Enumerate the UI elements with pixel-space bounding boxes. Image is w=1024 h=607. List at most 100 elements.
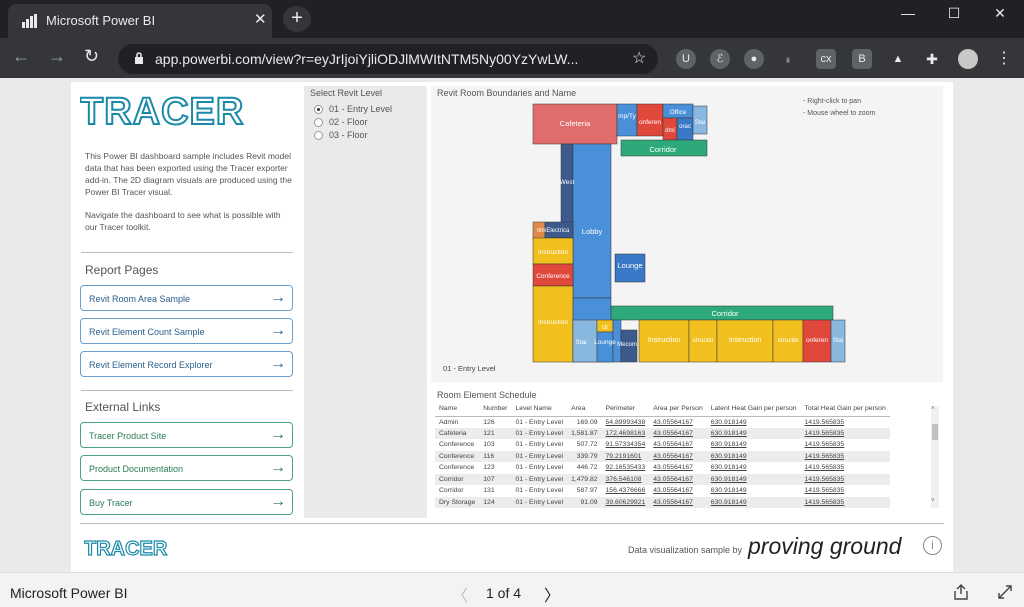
room-lobby[interactable] (572, 143, 612, 299)
scrollbar-thumb[interactable] (932, 424, 938, 440)
radio-button[interactable] (314, 131, 323, 140)
extension-icon[interactable]: ℰ (710, 49, 730, 69)
table-cell: 630.918149 (706, 450, 801, 462)
extension-icon[interactable]: B (852, 49, 872, 69)
table-cell: 630.918149 (706, 473, 801, 485)
column-header[interactable]: Perimeter (601, 402, 650, 417)
slicer-option[interactable]: 02 - Floor (329, 117, 368, 127)
close-window-button[interactable]: ✕ (978, 0, 1022, 28)
column-header[interactable]: Latent Heat Gain per person (706, 402, 801, 417)
room-label: Conference (536, 273, 570, 280)
table-cell: 43.05564167 (653, 441, 693, 449)
table-cell: 01 - Entry Level (515, 441, 564, 449)
menu-icon[interactable]: ⋮ (996, 48, 1012, 68)
report-page-link[interactable]: Revit Element Count Sample → (80, 318, 293, 344)
share-icon[interactable] (952, 583, 970, 601)
link-label: Buy Tracer (89, 498, 133, 508)
table-row[interactable]: Cafeteria 121 01 - Entry Level 1,581.87 172.… (435, 427, 890, 439)
report-page-link[interactable]: Revit Room Area Sample → (80, 285, 293, 311)
star-icon[interactable]: ☆ (632, 48, 646, 68)
column-header[interactable]: Area (567, 402, 602, 417)
svg-text:TRACER: TRACER (84, 538, 168, 559)
puzzle-icon[interactable]: ✚ (922, 49, 942, 69)
room-label: Lounge (594, 339, 616, 346)
tab-close-icon[interactable]: ✕ (254, 10, 267, 28)
table-row[interactable]: Conference 103 01 - Entry Level 507.72 91.57… (435, 439, 890, 451)
table-cell: Corridor (439, 487, 464, 495)
tab-title: Microsoft Power BI (46, 13, 156, 28)
table-cell: Conference (435, 450, 480, 462)
table-cell: 43.05564167 (649, 450, 707, 462)
room-label: mp/Ty (618, 113, 636, 120)
table-cell: 1419.565835 (804, 441, 845, 449)
scroll-down-icon[interactable]: ˅ (931, 498, 935, 504)
info-icon[interactable]: i (923, 536, 942, 555)
table-cell: 01 - Entry Level (515, 464, 564, 472)
arrow-right-icon: → (270, 426, 286, 443)
maximize-button[interactable]: ☐ (932, 0, 976, 28)
table-header-row: Name Number Level Name Area Perimeter Ar… (435, 402, 890, 417)
column-header[interactable]: Level Name (511, 402, 568, 417)
room-label: West (560, 179, 575, 186)
radio-button[interactable] (314, 118, 323, 127)
table-cell: 131 (483, 487, 495, 495)
slicer-option[interactable]: 01 - Entry Level (329, 104, 392, 114)
table-cell: 1419.565835 (804, 487, 845, 495)
scroll-up-icon[interactable]: ˄ (931, 406, 935, 412)
tracer-footer-logo: TRACER (84, 537, 168, 559)
description-paragraph: Navigate the dashboard to see what is po… (85, 210, 281, 232)
fullscreen-icon[interactable] (996, 583, 1014, 601)
minimize-button[interactable]: — (886, 0, 930, 28)
table-row[interactable]: Dry Storage 124 01 - Entry Level 91.09 39.60… (435, 496, 890, 508)
radio-button[interactable] (314, 105, 323, 114)
table-cell: 91.09 (567, 496, 602, 508)
prev-page-icon[interactable]: 〈 (452, 582, 468, 606)
room[interactable] (616, 103, 638, 137)
report-pages-title: Report Pages (85, 263, 159, 277)
new-tab-button[interactable]: + (283, 6, 311, 32)
link-label: Revit Element Count Sample (89, 327, 205, 337)
scrollbar[interactable]: ˄ ˅ (931, 406, 939, 508)
room-lounge[interactable] (596, 331, 614, 363)
arrow-right-icon: → (270, 289, 286, 306)
back-icon[interactable]: ← (12, 46, 30, 67)
reload-icon[interactable]: ↻ (84, 46, 99, 67)
avatar[interactable] (958, 49, 978, 69)
drive-icon[interactable]: ▲ (888, 49, 908, 69)
table-cell: 107 (479, 473, 512, 485)
room-label: Office (670, 109, 687, 116)
proving-ground-logo: proving ground (748, 533, 902, 559)
extension-icon[interactable]: ᵢᵢ (778, 49, 798, 69)
floor-plan[interactable]: Cafeteria mp/Ty onferen Office orac dmi … (431, 86, 943, 382)
external-link[interactable]: Tracer Product Site → (80, 422, 293, 448)
divider (81, 390, 293, 391)
table-cell: 1,479.82 (567, 473, 602, 485)
extension-icon[interactable]: ● (744, 49, 764, 69)
column-header[interactable]: Name (435, 402, 480, 417)
extension-icon[interactable]: U (676, 49, 696, 69)
schedule-table-container[interactable]: Name Number Level Name Area Perimeter Ar… (435, 402, 923, 514)
table-row[interactable]: Conference 123 01 - Entry Level 446.72 92.16… (435, 462, 890, 474)
table-row[interactable]: Conference 116 01 - Entry Level 339.79 79.21… (435, 450, 890, 462)
room-label: structio (778, 337, 799, 344)
room-label: onferen (639, 119, 661, 126)
room-schedule-visual: Room Element Schedule Name Number Level … (431, 386, 943, 514)
url-text[interactable]: app.powerbi.com/view?r=eyJrIjoiYjliODJlM… (155, 51, 578, 67)
extension-icon[interactable]: cx (816, 49, 836, 69)
report-page-link[interactable]: Revit Element Record Explorer → (80, 351, 293, 377)
column-header[interactable]: Area per Person (649, 402, 707, 417)
table-row[interactable]: Corridor 107 01 - Entry Level 1,479.82 376.5… (435, 473, 890, 485)
table-row[interactable]: Admin 126 01 - Entry Level 169.09 54.8999343… (435, 416, 890, 428)
room-boundaries-visual[interactable]: Revit Room Boundaries and Name - Right-c… (431, 86, 943, 382)
room-label: Instruction (648, 337, 680, 344)
external-link[interactable]: Product Documentation → (80, 455, 293, 481)
table-cell: 43.05564167 (653, 464, 693, 472)
column-header[interactable]: Number (479, 402, 512, 417)
table-row[interactable]: Corridor 131 01 - Entry Level 587.97 156.437… (435, 485, 890, 497)
forward-icon[interactable]: → (48, 46, 66, 67)
external-link[interactable]: Buy Tracer → (80, 489, 293, 515)
slicer-option[interactable]: 03 - Floor (329, 130, 368, 140)
browser-tab[interactable]: Microsoft Power BI ✕ (8, 4, 272, 38)
next-page-icon[interactable]: 〉 (544, 582, 560, 606)
column-header[interactable]: Total Heat Gain per person (800, 402, 890, 417)
